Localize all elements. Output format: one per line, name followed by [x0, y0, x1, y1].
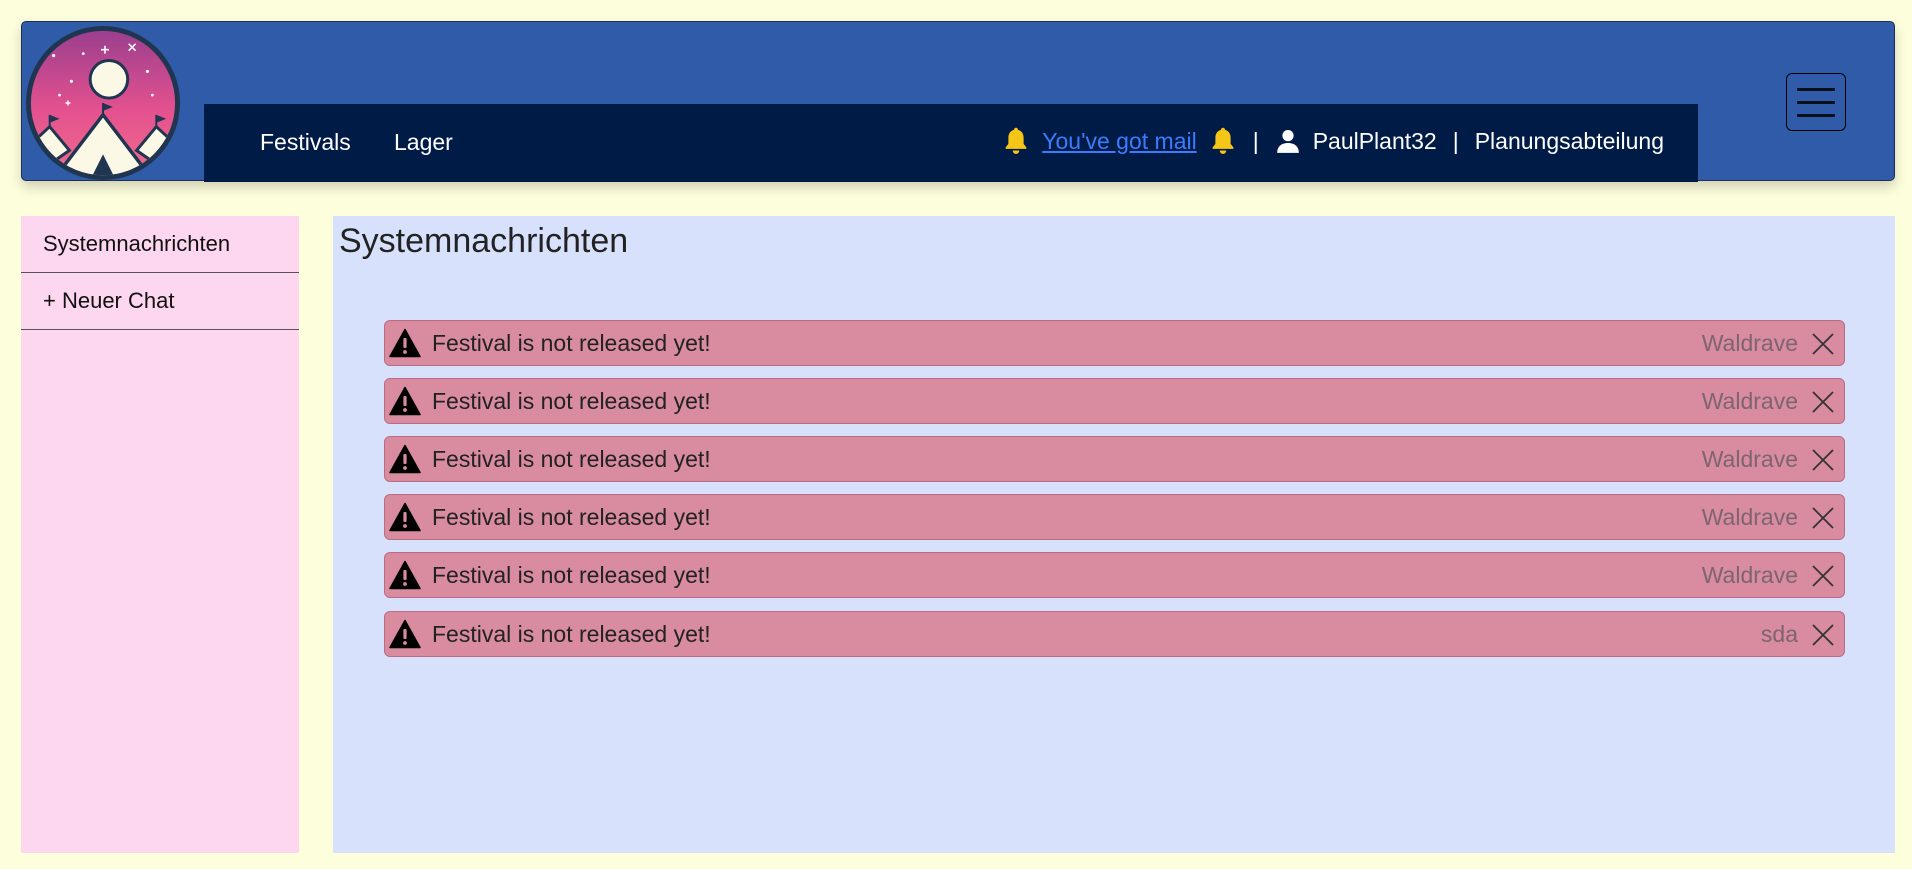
nav-link-festivals[interactable]: Festivals — [260, 129, 351, 156]
main-navbar: Festivals Lager You've got mail | PaulPl… — [204, 104, 1698, 182]
sidebar-item-systemnachrichten[interactable]: Systemnachrichten — [21, 216, 299, 273]
festival-logo[interactable] — [24, 24, 182, 182]
chat-sidebar: Systemnachrichten + Neuer Chat — [21, 216, 299, 853]
system-message: Festival is not released yet! Waldrave — [384, 552, 1845, 598]
close-icon[interactable] — [1810, 447, 1836, 473]
system-message: Festival is not released yet! Waldrave — [384, 378, 1845, 424]
warning-triangle-icon — [389, 560, 421, 590]
message-festival-name: Waldrave — [1701, 446, 1798, 472]
close-icon[interactable] — [1810, 505, 1836, 531]
warning-triangle-icon — [389, 386, 421, 416]
message-festival-name: Waldrave — [1701, 330, 1798, 356]
close-icon[interactable] — [1810, 622, 1836, 648]
username[interactable]: PaulPlant32 — [1313, 128, 1437, 155]
warning-triangle-icon — [389, 444, 421, 474]
close-icon[interactable] — [1810, 331, 1836, 357]
sidebar-item-new-chat[interactable]: + Neuer Chat — [21, 273, 299, 330]
warning-triangle-icon — [389, 328, 421, 358]
system-message: Festival is not released yet! Waldrave — [384, 494, 1845, 540]
nav-link-lager[interactable]: Lager — [394, 129, 453, 156]
message-festival-name: Waldrave — [1701, 562, 1798, 588]
warning-triangle-icon — [389, 502, 421, 532]
message-festival-name: sda — [1760, 621, 1798, 647]
mail-notification-link[interactable]: You've got mail — [1042, 128, 1196, 155]
header: Festivals Lager You've got mail | PaulPl… — [21, 21, 1895, 182]
close-icon[interactable] — [1810, 389, 1836, 415]
message-festival-name: Waldrave — [1701, 504, 1798, 530]
message-festival-name: Waldrave — [1701, 388, 1798, 414]
system-message: Festival is not released yet! Waldrave — [384, 436, 1845, 482]
department-label: Planungsabteilung — [1474, 127, 1664, 154]
message-text: Festival is not released yet! — [432, 562, 711, 588]
page-title: Systemnachrichten — [339, 222, 629, 260]
close-icon[interactable] — [1810, 563, 1836, 589]
nav-separator: | — [1452, 127, 1459, 154]
message-text: Festival is not released yet! — [432, 504, 711, 530]
message-text: Festival is not released yet! — [432, 621, 711, 647]
menu-toggle-button[interactable] — [1786, 73, 1846, 131]
bell-icon — [1212, 127, 1234, 154]
message-text: Festival is not released yet! — [432, 388, 711, 414]
nav-user-area: You've got mail | PaulPlant32 | Planungs… — [1002, 126, 1664, 156]
user-icon — [1276, 129, 1299, 153]
message-text: Festival is not released yet! — [432, 446, 711, 472]
system-message: Festival is not released yet! Waldrave — [384, 320, 1845, 366]
messages-panel: Systemnachrichten Festival is not releas… — [333, 216, 1895, 853]
message-text: Festival is not released yet! — [432, 330, 711, 356]
hamburger-menu-icon — [1797, 88, 1835, 91]
nav-separator: | — [1252, 127, 1259, 154]
system-message: Festival is not released yet! sda — [384, 611, 1845, 657]
warning-triangle-icon — [389, 619, 421, 649]
bell-icon — [1005, 127, 1027, 154]
